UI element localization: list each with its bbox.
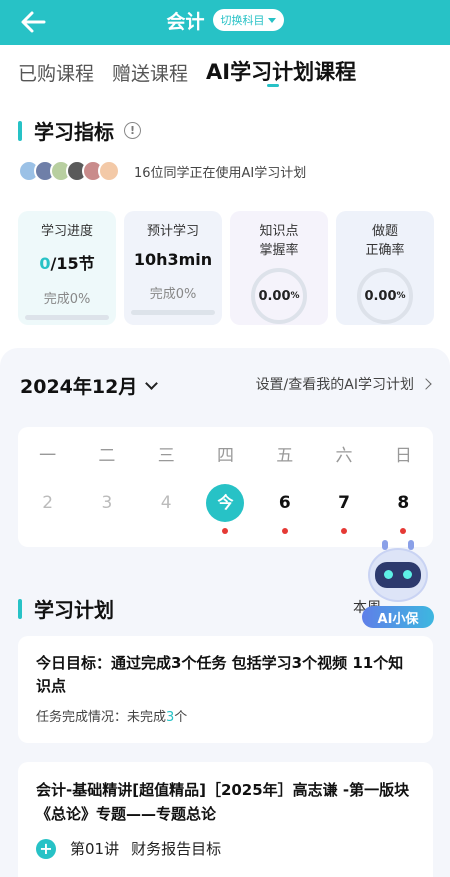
- accuracy-ring: 0.00%: [357, 268, 413, 324]
- switch-subject-button[interactable]: 切换科目: [212, 9, 284, 31]
- plan-heading: 学习计划: [18, 594, 114, 623]
- robot-antenna-icon: [408, 540, 414, 550]
- card-label-2: 掌握率: [259, 243, 299, 258]
- robot-eye-icon: [403, 570, 412, 579]
- task-dot: [341, 528, 348, 534]
- info-icon[interactable]: !: [124, 122, 141, 139]
- robot-face-icon: [375, 562, 421, 588]
- plan-title: 学习计划: [34, 598, 114, 622]
- progress-total: /15节: [50, 254, 95, 273]
- goal-title: 今日目标：通过完成3个任务 包括学习3个视频 11个知识点: [36, 654, 404, 695]
- user-avatars: [18, 160, 120, 182]
- tab-purchased[interactable]: 已购课程: [18, 59, 94, 86]
- chevron-down-icon: [145, 376, 159, 390]
- status-unit: 个: [174, 710, 188, 725]
- ai-badge: AI小保: [362, 606, 434, 628]
- card-sub: 完成0%: [149, 287, 197, 302]
- estimated-card: 预计学习 10h3min 完成0%: [124, 211, 222, 325]
- card-label: 学习进度: [40, 224, 93, 239]
- calendar-day[interactable]: 6: [255, 484, 314, 534]
- daily-goal-card: 今日目标：通过完成3个任务 包括学习3个视频 11个知识点 任务完成情况：未完成…: [18, 636, 433, 743]
- lesson-item[interactable]: + 第01讲 财务报告目标: [36, 838, 415, 859]
- course-tabs: 已购课程 赠送课程 AI学习计划课程: [18, 56, 356, 86]
- goal-status: 任务完成情况：未完成3个: [36, 706, 415, 725]
- section-bar: [18, 120, 22, 141]
- plan-settings-link[interactable]: 设置/查看我的AI学习计划: [255, 374, 432, 394]
- avatar: [98, 160, 120, 182]
- status-label: 任务完成情况：未完成: [36, 710, 167, 725]
- progress-bar: [131, 310, 215, 315]
- indicators-heading: 学习指标 !: [18, 116, 141, 145]
- ring-value: 0.00: [364, 288, 397, 304]
- card-label-1: 知识点: [259, 224, 299, 239]
- plan-link-label: 设置/查看我的AI学习计划: [255, 377, 414, 393]
- chevron-right-icon: [420, 378, 432, 390]
- caret-down-icon: [267, 17, 276, 23]
- users-count-text: 16位同学正在使用AI学习计划: [134, 165, 307, 181]
- active-tab-indicator: [267, 84, 279, 87]
- mastery-card: 知识点 掌握率 0.00%: [230, 211, 328, 325]
- plus-icon[interactable]: +: [36, 838, 56, 859]
- course-title: 会计-基础精讲[超值精品]［2025年］高志谦 -第一版块 《总论》专题——专题…: [36, 781, 425, 823]
- tab-gifted[interactable]: 赠送课程: [112, 59, 188, 86]
- calendar-day[interactable]: 8: [374, 484, 433, 534]
- weekday-label: 二: [98, 446, 116, 466]
- task-dot: [281, 528, 288, 534]
- task-dot: [222, 528, 229, 534]
- calendar-day[interactable]: 2: [18, 484, 77, 522]
- progress-done: 0: [39, 254, 51, 273]
- calendar-day[interactable]: 7: [314, 484, 373, 534]
- card-label-2: 正确率: [365, 243, 405, 258]
- weekday-label: 六: [335, 446, 353, 466]
- today-marker: 今: [206, 484, 245, 522]
- ring-unit: %: [396, 291, 406, 301]
- month-selector[interactable]: 2024年12月: [20, 372, 159, 399]
- month-label: 2024年12月: [20, 376, 138, 398]
- card-label: 预计学习: [146, 224, 199, 239]
- weekday-label: 四: [216, 446, 234, 466]
- ai-assistant-button[interactable]: AI小保: [362, 540, 434, 630]
- day-number: 8: [397, 493, 410, 513]
- weekday-label: 三: [157, 446, 175, 466]
- course-card: 会计-基础精讲[超值精品]［2025年］高志谦 -第一版块 《总论》专题——专题…: [18, 762, 433, 877]
- day-number: 7: [338, 493, 350, 513]
- weekday-label: 一: [39, 446, 57, 466]
- ring-unit: %: [290, 291, 300, 301]
- indicators-title: 学习指标: [34, 120, 114, 144]
- progress-value: 0/15节: [18, 250, 116, 274]
- robot-antenna-icon: [382, 540, 388, 550]
- calendar-day[interactable]: 4: [137, 484, 196, 522]
- estimated-value: 10h3min: [133, 250, 213, 269]
- week-calendar: 一 二 三 四 五 六 日 2 3 4 今 6 7 8: [18, 427, 433, 547]
- calendar-day[interactable]: 3: [77, 484, 136, 522]
- days-row: 2 3 4 今 6 7 8: [18, 484, 433, 534]
- progress-card: 学习进度 0/15节 完成0%: [18, 211, 116, 325]
- card-label-1: 做题: [371, 224, 398, 239]
- day-number: 6: [278, 493, 291, 513]
- section-bar: [18, 598, 22, 619]
- robot-eye-icon: [384, 570, 393, 579]
- header-title-group: 会计 切换科目: [0, 0, 450, 40]
- card-sub: 完成0%: [43, 292, 91, 307]
- stat-cards: 学习进度 0/15节 完成0% 预计学习 10h3min 完成0% 知识点 掌握…: [18, 211, 434, 325]
- page-title: 会计: [166, 10, 205, 33]
- accuracy-card: 做题 正确率 0.00%: [336, 211, 434, 325]
- weekday-label: 五: [276, 446, 294, 466]
- weekday-label: 日: [394, 446, 412, 466]
- progress-bar: [25, 315, 109, 320]
- users-row: 16位同学正在使用AI学习计划: [18, 160, 306, 182]
- task-dot: [400, 528, 407, 534]
- ring-value: 0.00: [258, 288, 291, 304]
- lesson-number: 第01讲: [70, 840, 120, 858]
- calendar-day-today[interactable]: 今: [196, 484, 255, 534]
- tab-ai-plan[interactable]: AI学习计划课程: [206, 56, 356, 86]
- weekday-row: 一 二 三 四 五 六 日: [18, 441, 433, 466]
- top-bar: 会计 切换科目: [0, 0, 450, 45]
- mastery-ring: 0.00%: [251, 268, 307, 324]
- lesson-name: 财务报告目标: [131, 840, 222, 858]
- switch-subject-label: 切换科目: [220, 14, 265, 27]
